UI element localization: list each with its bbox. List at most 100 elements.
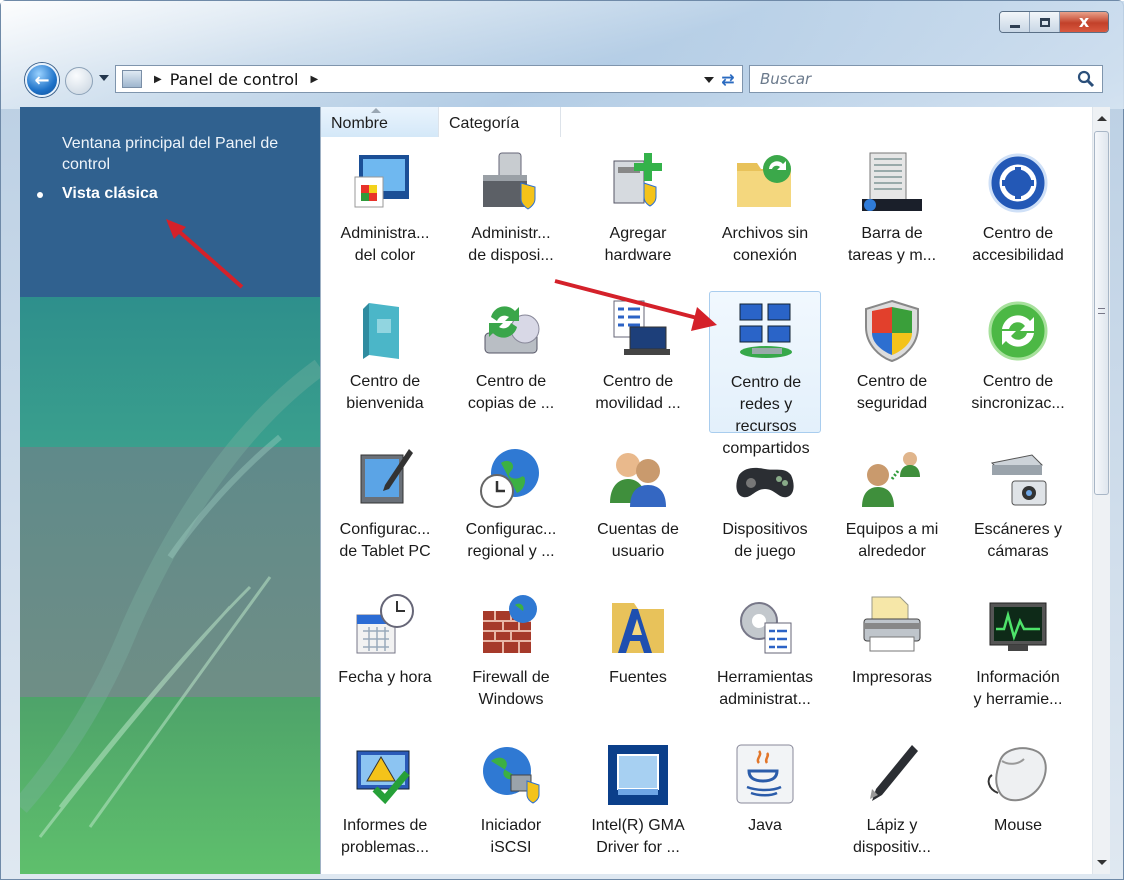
close-button[interactable]: x — [1060, 12, 1108, 32]
vertical-scrollbar[interactable] — [1092, 107, 1110, 874]
search-box[interactable]: Buscar — [749, 65, 1103, 93]
scanners-cameras-icon — [990, 454, 1047, 506]
control-panel-item[interactable]: Archivos sin conexión — [709, 143, 821, 285]
refresh-icon: ⇄ — [721, 69, 735, 89]
control-panel-item[interactable]: Firewall de Windows — [455, 587, 567, 729]
people-near-me-icon — [862, 452, 920, 507]
item-label: Mouse — [993, 817, 1043, 834]
caption-buttons: x — [999, 11, 1109, 33]
scroll-up-icon[interactable] — [1097, 116, 1107, 121]
item-label: Centro de movilidad ... — [595, 373, 681, 412]
control-panel-home-link[interactable]: Ventana principal del Panel de control — [62, 133, 312, 175]
control-panel-item[interactable]: Herramientas administrat... — [709, 587, 821, 729]
control-panel-item[interactable]: Escáneres y cámaras — [962, 439, 1074, 581]
item-label: Fecha y hora — [338, 669, 432, 686]
column-headers: Nombre Categoría — [321, 107, 1093, 137]
refresh-button[interactable]: ⇄ — [716, 68, 740, 90]
control-panel-icon — [122, 70, 142, 88]
control-panel-item[interactable]: Administr... de disposi... — [455, 143, 567, 285]
control-panel-item[interactable]: Barra de tareas y m... — [836, 143, 948, 285]
item-label: Impresoras — [851, 669, 933, 686]
item-label: Agregar hardware — [604, 225, 672, 264]
breadcrumb-chevron-icon[interactable]: ▶ — [154, 74, 162, 85]
control-panel-item[interactable]: Centro de redes y recursos compartidos — [709, 291, 821, 457]
recent-pages-dropdown[interactable] — [99, 75, 109, 81]
control-panel-item[interactable]: Mouse — [962, 735, 1074, 874]
tablet-pc-icon — [360, 449, 413, 504]
game-controllers-icon — [736, 467, 794, 498]
minimize-button[interactable] — [1000, 12, 1030, 32]
navigation-bar: ← ▶ Panel de control ▶ ⇄ Buscar — [23, 61, 1111, 99]
color-management-icon — [354, 155, 409, 208]
back-arrow-icon: ← — [34, 69, 50, 91]
scroll-down-icon[interactable] — [1097, 860, 1107, 865]
item-label: Dispositivos de juego — [722, 521, 808, 560]
control-panel-item[interactable]: Información y herramie... — [962, 587, 1074, 729]
accessibility-icon — [988, 153, 1048, 213]
mouse-icon — [987, 747, 1047, 802]
close-icon: x — [1078, 12, 1090, 31]
maximize-icon — [1039, 17, 1050, 27]
control-panel-item[interactable]: Cuentas de usuario — [582, 439, 694, 581]
control-panel-item[interactable]: Centro de accesibilidad — [962, 143, 1074, 285]
address-history-dropdown[interactable] — [704, 77, 714, 83]
item-label: Administra... del color — [340, 225, 430, 264]
control-panel-item[interactable]: Impresoras — [836, 587, 948, 729]
control-panel-item[interactable]: Fuentes — [582, 587, 694, 729]
control-panel-item[interactable]: Centro de copias de ... — [455, 291, 567, 433]
column-header-name[interactable]: Nombre — [321, 107, 439, 137]
back-button[interactable]: ← — [25, 63, 59, 97]
control-panel-item[interactable]: Centro de movilidad ... — [582, 291, 694, 433]
window: x ← ▶ Panel de control ▶ ⇄ Buscar Ventan… — [0, 0, 1124, 880]
item-label: Fuentes — [609, 669, 667, 686]
mobility-center-icon — [613, 300, 670, 355]
taskbar-icon — [862, 152, 922, 211]
classic-view-link[interactable]: Vista clásica — [37, 185, 312, 203]
control-panel-item[interactable]: Centro de sincronizac... — [962, 291, 1074, 433]
item-label: Configurac... regional y ... — [465, 521, 557, 560]
printers-icon — [863, 596, 921, 652]
control-panel-item[interactable]: Informes de problemas... — [329, 735, 441, 874]
network-center-icon — [739, 303, 792, 358]
control-panel-item[interactable]: Dispositivos de juego — [709, 439, 821, 581]
control-panel-item[interactable]: Equipos a mi alrededor — [836, 439, 948, 581]
backup-center-icon — [484, 306, 540, 354]
item-label: Cuentas de usuario — [597, 521, 679, 560]
control-panel-item[interactable]: Lápiz y dispositiv... — [836, 735, 948, 874]
intel-gma-icon — [608, 745, 668, 805]
firewall-icon — [483, 595, 537, 653]
item-label: Administr... de disposi... — [468, 225, 554, 264]
address-bar[interactable]: ▶ Panel de control ▶ ⇄ — [115, 65, 743, 93]
add-hardware-icon — [613, 153, 662, 207]
tasks-pane: Ventana principal del Panel de control V… — [20, 107, 320, 874]
control-panel-item[interactable]: Configurac... regional y ... — [455, 439, 567, 581]
user-accounts-icon — [610, 453, 666, 507]
column-header-category[interactable]: Categoría — [439, 107, 561, 137]
problem-reports-icon — [356, 750, 410, 805]
control-panel-item[interactable]: Administra... del color — [329, 143, 441, 285]
java-icon — [736, 744, 794, 804]
breadcrumb-control-panel[interactable]: Panel de control — [170, 70, 299, 89]
item-label: Centro de copias de ... — [467, 373, 555, 412]
control-panel-item[interactable]: Centro de bienvenida — [329, 291, 441, 433]
control-panel-item[interactable]: Agregar hardware — [582, 143, 694, 285]
control-panel-item[interactable]: Intel(R) GMA Driver for ... — [582, 735, 694, 874]
control-panel-item[interactable]: Fecha y hora — [329, 587, 441, 729]
control-panel-item[interactable]: Configurac... de Tablet PC — [329, 439, 441, 581]
forward-button[interactable] — [65, 67, 93, 95]
breadcrumb-chevron-icon[interactable]: ▶ — [311, 74, 319, 85]
pane-background-art — [20, 359, 320, 838]
item-label: Java — [748, 817, 782, 834]
maximize-button[interactable] — [1030, 12, 1060, 32]
search-icon[interactable] — [1076, 69, 1096, 89]
scroll-thumb[interactable] — [1094, 131, 1109, 495]
control-panel-item[interactable]: Centro de seguridad — [836, 291, 948, 433]
items-view: Nombre Categoría Administra... del color… — [320, 107, 1110, 874]
item-label: Escáneres y cámaras — [973, 521, 1063, 560]
search-input[interactable]: Buscar — [760, 70, 811, 88]
control-panel-item[interactable]: Java — [709, 735, 821, 874]
item-label: Archivos sin conexión — [721, 225, 809, 264]
item-label: Configurac... de Tablet PC — [339, 521, 431, 560]
minimize-icon — [1009, 24, 1020, 28]
control-panel-item[interactable]: Iniciador iSCSI — [455, 735, 567, 874]
